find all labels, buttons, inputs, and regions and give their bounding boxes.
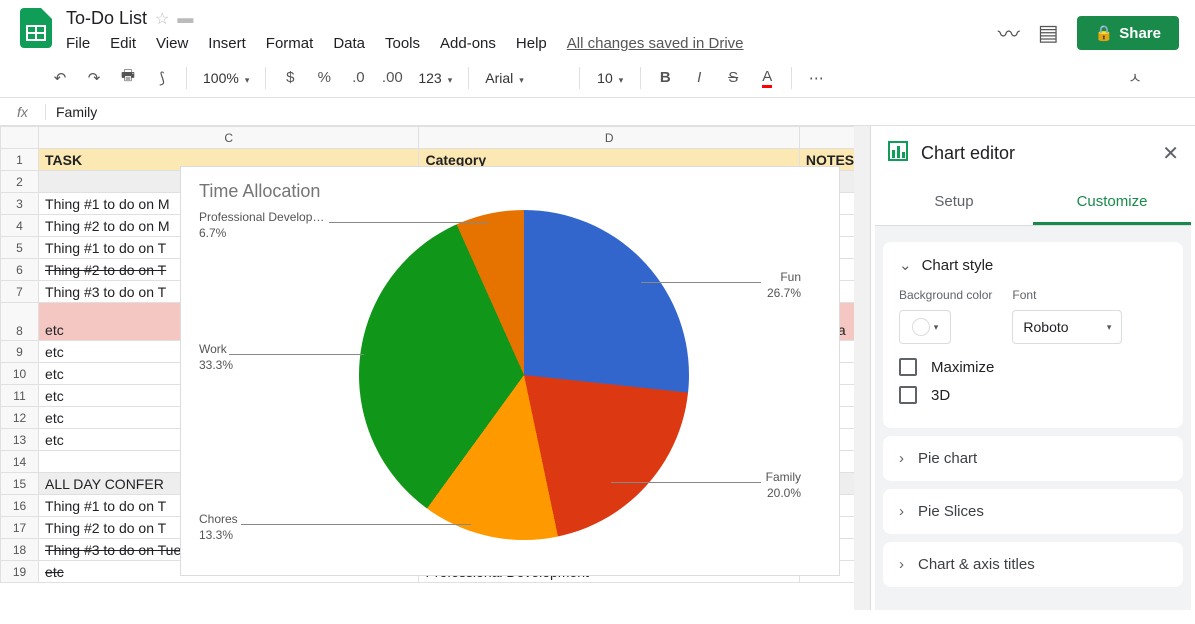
doc-title[interactable]: To-Do List <box>66 8 147 29</box>
row-header[interactable]: 14 <box>1 451 39 473</box>
row-header[interactable]: 19 <box>1 561 39 583</box>
row-header[interactable]: 12 <box>1 407 39 429</box>
chevron-right-icon: › <box>899 450 904 467</box>
row-header[interactable]: 15 <box>1 473 39 495</box>
maximize-label: Maximize <box>931 359 994 376</box>
zoom-select[interactable]: 100% <box>197 70 255 86</box>
row-header[interactable]: 3 <box>1 193 39 215</box>
font-label: Font <box>1012 288 1122 302</box>
col-e[interactable] <box>799 127 859 149</box>
print-icon[interactable]: 🖶 <box>114 64 142 92</box>
chevron-right-icon: › <box>899 503 904 520</box>
row-header[interactable]: 13 <box>1 429 39 451</box>
undo-icon[interactable]: ↶ <box>46 64 74 92</box>
vertical-scrollbar[interactable] <box>854 126 870 610</box>
font-size[interactable]: 10 <box>590 70 630 86</box>
text-color-icon[interactable]: A <box>753 64 781 92</box>
dec-increase-icon[interactable]: .00 <box>378 64 406 92</box>
pie-slices-section[interactable]: › Pie Slices <box>883 489 1183 534</box>
currency-icon[interactable]: $ <box>276 64 304 92</box>
pie-label-profdev: Professional Develop…6.7% <box>199 210 324 241</box>
row-header[interactable]: 18 <box>1 539 39 561</box>
menu-insert[interactable]: Insert <box>208 35 246 52</box>
row-header[interactable]: 4 <box>1 215 39 237</box>
3d-label: 3D <box>931 387 950 404</box>
menu-format[interactable]: Format <box>266 35 314 52</box>
menubar: File Edit View Insert Format Data Tools … <box>66 29 988 58</box>
formula-input[interactable]: Family <box>46 104 97 120</box>
col-c[interactable]: C <box>39 127 419 149</box>
pie-label-fun: Fun26.7% <box>767 270 801 301</box>
pie-label-work: Work33.3% <box>199 342 233 373</box>
strike-icon[interactable]: S <box>719 64 747 92</box>
bold-icon[interactable]: B <box>651 64 679 92</box>
chart-editor-icon <box>887 140 909 167</box>
menu-help[interactable]: Help <box>516 35 547 52</box>
share-label: Share <box>1119 25 1161 42</box>
pie-chart[interactable] <box>359 210 689 540</box>
close-icon[interactable]: ✕ <box>1162 141 1179 166</box>
folder-icon[interactable]: ▬ <box>177 10 193 28</box>
chevron-right-icon: › <box>899 556 904 573</box>
italic-icon[interactable]: I <box>685 64 713 92</box>
row-header[interactable]: 6 <box>1 259 39 281</box>
percent-icon[interactable]: % <box>310 64 338 92</box>
redo-icon[interactable]: ↷ <box>80 64 108 92</box>
row-header[interactable]: 11 <box>1 385 39 407</box>
menu-addons[interactable]: Add-ons <box>440 35 496 52</box>
chart-overlay[interactable]: Time Allocation Fun26.7% Family20.0% Cho… <box>180 166 840 576</box>
tab-customize[interactable]: Customize <box>1033 181 1191 225</box>
maximize-checkbox[interactable] <box>899 358 917 376</box>
row-header[interactable]: 16 <box>1 495 39 517</box>
pie-chart-section[interactable]: › Pie chart <box>883 436 1183 481</box>
menu-edit[interactable]: Edit <box>110 35 136 52</box>
share-button[interactable]: 🔒 Share <box>1077 16 1179 50</box>
row-header[interactable]: 9 <box>1 341 39 363</box>
tab-setup[interactable]: Setup <box>875 181 1033 225</box>
row-header[interactable]: 1 <box>1 149 39 171</box>
row-header[interactable]: 10 <box>1 363 39 385</box>
chart-editor-panel: Chart editor ✕ Setup Customize ⌄ Chart s… <box>870 126 1195 610</box>
row-header[interactable]: 7 <box>1 281 39 303</box>
more-tools-icon[interactable]: ⋯ <box>802 64 830 92</box>
pie-label-chores: Chores13.3% <box>199 512 238 543</box>
collapse-toolbar-icon[interactable]: ㅅ <box>1121 64 1149 92</box>
menu-view[interactable]: View <box>156 35 188 52</box>
axis-titles-section[interactable]: › Chart & axis titles <box>883 542 1183 587</box>
row-header[interactable]: 2 <box>1 171 39 193</box>
save-status[interactable]: All changes saved in Drive <box>567 35 744 52</box>
fx-label: fx <box>0 104 46 120</box>
chart-title: Time Allocation <box>199 181 821 202</box>
editor-title: Chart editor <box>921 143 1015 164</box>
font-select-editor[interactable]: Roboto▾ <box>1012 310 1122 344</box>
menu-file[interactable]: File <box>66 35 90 52</box>
star-icon[interactable]: ☆ <box>155 9 169 29</box>
select-all[interactable] <box>1 127 39 149</box>
row-header[interactable]: 5 <box>1 237 39 259</box>
row-header[interactable]: 8 <box>1 303 39 341</box>
trend-icon[interactable]: 〰 <box>998 17 1020 49</box>
chevron-down-icon: ⌄ <box>899 256 912 274</box>
lock-icon: 🔒 <box>1095 24 1114 42</box>
dec-decrease-icon[interactable]: .0 <box>344 64 372 92</box>
sheets-logo[interactable] <box>16 8 56 48</box>
comment-icon[interactable]: ▤ <box>1038 20 1059 46</box>
3d-checkbox[interactable] <box>899 386 917 404</box>
pie-label-family: Family20.0% <box>766 470 801 501</box>
menu-tools[interactable]: Tools <box>385 35 420 52</box>
bg-color-label: Background color <box>899 288 992 302</box>
menu-data[interactable]: Data <box>333 35 365 52</box>
paint-format-icon[interactable]: ⟆ <box>148 64 176 92</box>
chart-style-header[interactable]: ⌄ Chart style <box>899 256 1167 274</box>
row-header[interactable]: 17 <box>1 517 39 539</box>
col-d[interactable]: D <box>419 127 799 149</box>
toolbar: ↶ ↷ 🖶 ⟆ 100% $ % .0 .00 123 Arial 10 B I… <box>0 58 1195 98</box>
more-formats[interactable]: 123 <box>412 70 458 86</box>
bg-color-picker[interactable]: ▾ <box>899 310 951 344</box>
font-select[interactable]: Arial <box>479 70 569 86</box>
